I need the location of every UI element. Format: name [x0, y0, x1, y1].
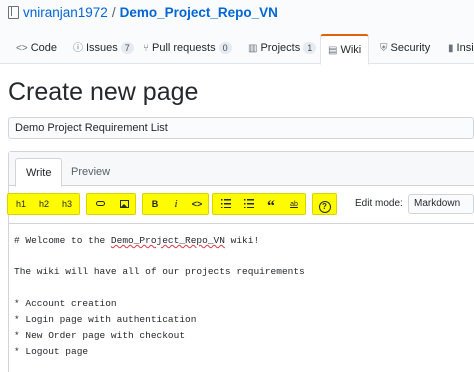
heading-suffix-text: wiki! — [224, 235, 260, 246]
tab-pull-requests-label: Pull requests — [152, 42, 216, 54]
heading-repo-text: Demo_Project_Repo_VN — [110, 235, 225, 246]
help-button[interactable]: ? — [315, 196, 334, 213]
graph-icon: ▮ — [448, 43, 454, 54]
editor-tabnav: Write Preview — [9, 152, 474, 187]
tab-wiki-label: Wiki — [340, 44, 362, 56]
bold-button[interactable]: B — [145, 196, 165, 213]
tab-insights[interactable]: ▮ Insi — [448, 34, 474, 64]
help-button-group: ? — [312, 193, 337, 215]
content-list-item: * Account creation — [14, 298, 117, 309]
h1-button[interactable]: h1 — [10, 196, 32, 213]
write-tab[interactable]: Write — [15, 158, 63, 187]
markdown-toolbar: h1 h2 h3 B i <> “ ab ? — [0, 190, 474, 218]
tab-pull-requests[interactable]: ⑂ Pull requests 0 — [143, 34, 232, 64]
tab-projects[interactable]: ▥ Projects 1 — [248, 34, 317, 64]
content-line-intro: The wiki will have all of our projects r… — [14, 266, 305, 277]
h3-button[interactable]: h3 — [56, 196, 78, 213]
header-button-group: h1 h2 h3 — [7, 193, 80, 215]
page-title: Create new page — [8, 78, 199, 106]
edit-mode-select[interactable]: Markdown — [408, 194, 474, 214]
tab-projects-label: Projects — [260, 42, 301, 54]
page-title-input[interactable] — [8, 117, 474, 139]
repo-separator: / — [111, 5, 116, 20]
book-icon: ▤ — [328, 45, 338, 56]
tab-code-label: Code — [30, 42, 57, 54]
tab-issues[interactable]: ⓘ Issues 7 — [73, 34, 134, 64]
image-icon — [119, 200, 129, 208]
image-button[interactable] — [113, 196, 135, 213]
repo-icon — [8, 6, 19, 19]
h2-button[interactable]: h2 — [33, 196, 55, 213]
content-list-item: * Logout page — [14, 346, 89, 357]
project-icon: ▥ — [248, 43, 258, 54]
mention-button[interactable]: ab — [283, 196, 305, 213]
help-icon: ? — [318, 201, 331, 213]
repo-title: vniranjan1972/ Demo_Project_Repo_VN — [8, 5, 278, 20]
repo-owner-link[interactable]: vniranjan1972 — [23, 5, 108, 20]
pull-request-icon: ⑂ — [143, 43, 149, 54]
edit-mode-label: Edit mode: — [355, 198, 403, 209]
content-line-heading: # Welcome to the Demo_Project_Repo_VN wi… — [14, 235, 259, 246]
unordered-list-icon — [221, 199, 231, 208]
wiki-content-textarea[interactable]: # Welcome to the Demo_Project_Repo_VN wi… — [9, 223, 474, 372]
repo-name-link[interactable]: Demo_Project_Repo_VN — [120, 5, 278, 20]
list-button-group: “ ab — [212, 193, 306, 215]
content-list-item: * Login page with authentication — [14, 314, 197, 325]
link-button[interactable] — [89, 196, 111, 213]
insert-button-group — [86, 193, 136, 215]
italic-button[interactable]: i — [166, 196, 186, 213]
code-icon: <> — [16, 43, 28, 54]
issue-icon: ⓘ — [73, 43, 83, 54]
heading-prefix-text: # Welcome to the — [14, 235, 111, 246]
content-list-item: * New Order page with checkout — [14, 330, 186, 341]
ordered-list-button[interactable] — [238, 196, 260, 213]
pull-requests-count-badge: 0 — [218, 42, 232, 54]
tab-code[interactable]: <> Code — [16, 34, 57, 64]
repo-nav-tabs: <> Code ⓘ Issues 7 ⑂ Pull requests 0 ▥ Project… — [0, 34, 474, 65]
issues-count-badge: 7 — [120, 42, 134, 54]
quote-button[interactable]: “ — [261, 196, 281, 215]
tab-issues-label: Issues — [86, 42, 118, 54]
unordered-list-button[interactable] — [215, 196, 237, 213]
preview-tab[interactable]: Preview — [61, 158, 120, 187]
shield-icon: ⛨ — [380, 43, 388, 54]
code-button[interactable]: <> — [187, 196, 207, 213]
format-button-group: B i <> — [142, 193, 209, 215]
projects-count-badge: 1 — [303, 42, 317, 54]
tab-insights-label: Insi — [456, 42, 474, 54]
tab-security-label: Security — [390, 42, 431, 54]
repo-header: vniranjan1972/ Demo_Project_Repo_VN <> Cod… — [0, 0, 474, 65]
link-icon — [95, 201, 105, 206]
tab-security[interactable]: ⛨ Security — [380, 34, 430, 64]
ordered-list-icon — [244, 199, 254, 208]
tab-wiki[interactable]: ▤ Wiki — [320, 34, 370, 65]
